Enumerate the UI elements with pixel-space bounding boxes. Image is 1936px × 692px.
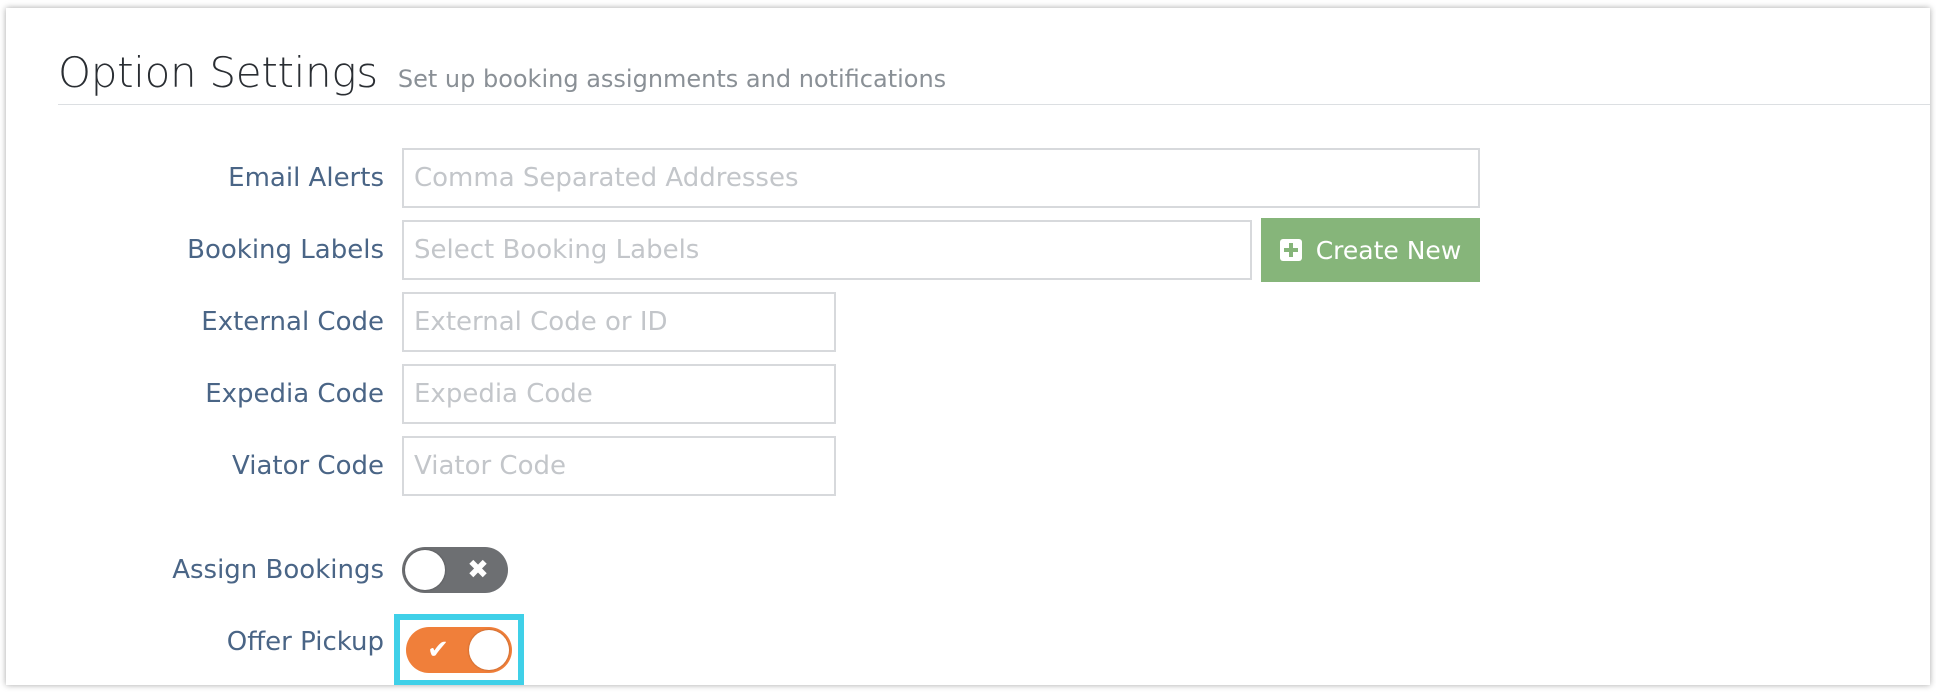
page-title: Option Settings [58,48,378,97]
offer-pickup-toggle[interactable]: ✔ [406,627,512,673]
booking-labels-select[interactable] [402,220,1252,280]
assign-bookings-toggle[interactable]: ✖ [402,547,508,593]
header-divider [58,104,1930,105]
expedia-code-label: Expedia Code [205,379,384,409]
email-alerts-input[interactable] [402,148,1480,208]
email-alerts-label-box: Email Alerts [6,146,384,210]
viator-code-label-box: Viator Code [6,434,384,498]
offer-pickup-label: Offer Pickup [226,627,384,657]
assign-bookings-label: Assign Bookings [172,555,384,585]
expedia-code-input[interactable] [402,364,836,424]
email-alerts-label: Email Alerts [228,163,384,193]
booking-labels-label-box: Booking Labels [6,218,384,282]
page-background: Option Settings Set up booking assignmen… [0,0,1936,692]
page-subtitle: Set up booking assignments and notificat… [397,65,947,93]
external-code-label: External Code [201,307,384,337]
assign-bookings-label-box: Assign Bookings [6,538,384,602]
viator-code-input[interactable] [402,436,836,496]
option-settings-panel: Option Settings Set up booking assignmen… [6,8,1930,685]
external-code-label-box: External Code [6,290,384,354]
viator-code-label: Viator Code [232,451,384,481]
plus-square-icon [1279,239,1302,261]
check-icon: ✔ [427,635,449,665]
offer-pickup-label-box: Offer Pickup [6,610,384,674]
toggle-knob [469,630,509,670]
toggle-knob [405,550,445,590]
section-header: Option Settings Set up booking assignmen… [58,48,946,97]
external-code-input[interactable] [402,292,836,352]
expedia-code-label-box: Expedia Code [6,362,384,426]
booking-labels-label: Booking Labels [187,235,384,265]
create-new-label-button[interactable]: Create New [1261,218,1480,282]
create-new-label: Create New [1315,235,1462,265]
x-icon: ✖ [467,555,489,585]
